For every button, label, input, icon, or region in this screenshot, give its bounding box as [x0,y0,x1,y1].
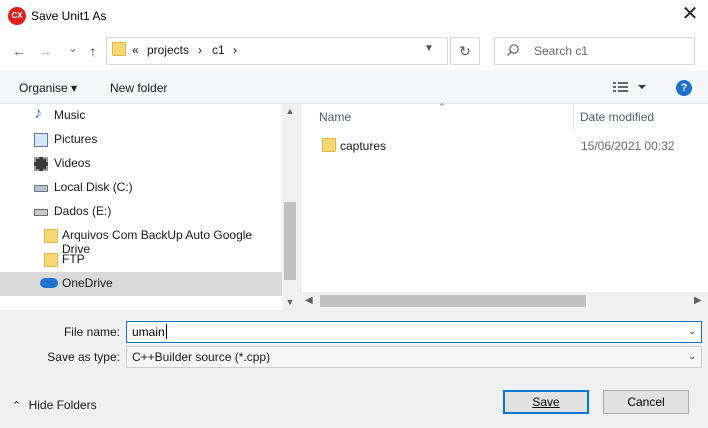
nav-item-dados[interactable]: Dados (E:) [0,200,282,224]
file-name-field[interactable] [126,321,702,343]
new-folder-button[interactable]: New folder [110,81,167,95]
nav-item-label: Music [54,108,86,122]
folder-icon [44,253,58,267]
folder-icon [322,138,336,152]
local-disk-icon [34,185,48,192]
recent-locations-icon[interactable]: ⌄ [62,38,84,60]
chevron-down-icon[interactable]: ⌄ [688,326,696,337]
toolbar [0,70,708,104]
forward-arrow-icon[interactable]: → [34,40,56,62]
window-title: Save Unit1 As [31,9,107,23]
nav-item-label: OneDrive [62,276,113,290]
chevron-down-icon[interactable]: ⌄ [688,351,696,362]
nav-item-arquivos[interactable]: Arquivos Com BackUp Auto Google Drive [0,224,282,256]
chevron-down-icon: ▾ [71,81,78,95]
refresh-icon: ↻ [459,43,471,59]
save-button[interactable]: Save [503,390,589,414]
nav-item-pictures[interactable]: Pictures [0,128,282,152]
file-name-value[interactable]: umain [132,325,165,339]
text-caret [166,324,167,339]
nav-item-videos[interactable]: Videos [0,152,282,176]
hide-folders-button[interactable]: ⌃ Hide Folders [12,398,97,412]
hide-folders-label: Hide Folders [28,398,97,412]
nav-item-local-disk[interactable]: Local Disk (C:) [0,176,282,200]
view-options-icon[interactable] [613,81,647,96]
nav-item-label: Videos [54,156,91,170]
back-arrow-icon[interactable]: ← [8,40,30,62]
drive-icon [34,209,48,216]
chevron-down-icon[interactable]: ▼ [424,43,434,54]
nav-item-label: Pictures [54,132,98,146]
address-overflow[interactable]: « [132,43,139,57]
file-row-name[interactable]: captures [340,139,386,153]
folder-icon [112,42,126,56]
breadcrumb-separator[interactable]: › [233,43,237,57]
onedrive-icon [40,278,58,288]
chevron-up-icon: ⌃ [12,400,22,412]
navigation-pane: ♪ Music Pictures Videos Local Disk (C:) … [0,104,298,310]
up-arrow-icon[interactable]: ↑ [82,40,104,62]
help-icon[interactable]: ? [676,80,692,96]
scroll-left-icon[interactable]: ◀ [305,295,313,306]
file-row-date: 15/06/2021 00:32 [581,139,675,153]
nav-item-ftp[interactable]: FTP [0,248,282,272]
music-icon: ♪ [34,105,42,122]
breadcrumb-c1[interactable]: c1 [212,43,225,57]
videos-icon [34,157,48,171]
save-type-value[interactable]: C++Builder source (*.cpp) [132,350,270,364]
scrollbar-thumb[interactable] [320,295,586,307]
column-header-date[interactable]: Date modified [580,110,654,124]
scrollbar-thumb[interactable] [284,202,296,280]
pictures-icon [34,133,48,147]
scroll-right-icon[interactable]: ▶ [694,295,702,306]
app-icon: CX [8,7,26,25]
refresh-button[interactable]: ↻ [450,37,480,65]
folder-icon [44,229,58,243]
breadcrumb-separator[interactable]: › [198,43,202,57]
nav-item-label: Dados (E:) [54,204,112,218]
breadcrumb-projects[interactable]: projects [147,43,189,57]
file-name-label: File name: [63,325,120,339]
column-header-name[interactable]: Name [319,110,351,124]
scroll-up-icon[interactable]: ▲ [282,106,298,116]
search-placeholder: Search c1 [534,44,589,58]
cancel-button[interactable]: Cancel [603,390,689,414]
close-icon[interactable]: ✕ [676,3,704,27]
nav-item-label: Local Disk (C:) [54,180,133,194]
scroll-down-icon[interactable]: ▼ [282,297,298,307]
organise-button[interactable]: Organise ▾ [19,81,77,95]
sort-ascending-icon: ⌃ [438,102,446,112]
nav-item-label: FTP [62,252,85,266]
save-type-label: Save as type: [47,350,120,364]
nav-item-music[interactable]: ♪ Music [0,104,282,128]
search-input[interactable] [494,37,695,65]
search-icon [506,43,520,60]
file-list-pane [300,104,708,310]
column-divider[interactable] [573,104,574,130]
nav-item-onedrive[interactable]: OneDrive [0,272,282,296]
